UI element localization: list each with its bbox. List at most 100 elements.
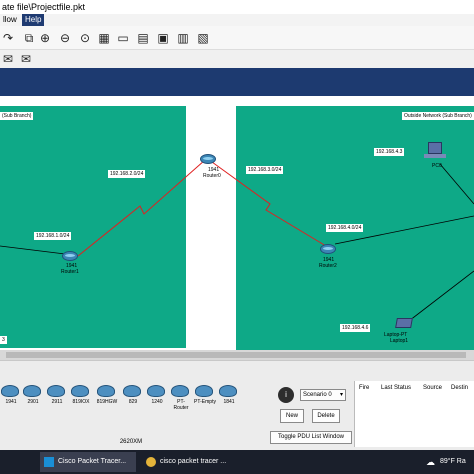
- router2[interactable]: [320, 244, 336, 254]
- logical-navigation-bar: [0, 68, 474, 96]
- taskbar-item-label: Cisco Packet Tracer...: [58, 458, 127, 465]
- laptop-icon[interactable]: [395, 318, 413, 328]
- device-label: 1941: [5, 399, 17, 405]
- router0[interactable]: [200, 154, 216, 164]
- taskbar-item-label: cisco packet tracer ...: [160, 458, 227, 465]
- delete-pdu-button[interactable]: Delete: [312, 409, 340, 423]
- device-label: 2911: [51, 399, 63, 405]
- ip-laptop: 192.168.4.6: [340, 324, 371, 332]
- router1-name: Router1: [61, 269, 79, 275]
- packet-tracer-icon: [44, 457, 54, 467]
- ip-right-lan: 192.168.4.0/24: [326, 224, 364, 232]
- device-pt-empty[interactable]: PT-Empty: [194, 381, 216, 411]
- column-source: Source: [423, 385, 443, 391]
- main-toolbar: ↷ ⧉ ⊕ ⊖ ⊙ ▦ ▭ ▤ ▣ ▥ ▧: [0, 26, 474, 50]
- windows-taskbar: Cisco Packet Tracer... cisco packet trac…: [0, 450, 474, 474]
- router1[interactable]: [62, 251, 78, 261]
- link-laptop: [404, 270, 474, 325]
- notes-icon[interactable]: ▤: [136, 31, 150, 45]
- menu-item-help[interactable]: Help: [22, 14, 45, 26]
- scrollbar-thumb[interactable]: [6, 352, 466, 358]
- router-icon: [1, 385, 19, 397]
- column-fire: Fire: [359, 385, 370, 391]
- custom-device-icon[interactable]: ▭: [116, 31, 130, 45]
- title-bar: ate file\Projectfile.pkt: [0, 0, 474, 14]
- weather-label: 89°F Ra: [440, 458, 466, 465]
- ip-left-net: 192.168.1.0/24: [34, 232, 72, 240]
- new-pdu-button[interactable]: New: [280, 409, 304, 423]
- device-label: 829: [128, 399, 138, 405]
- window-title: ate file\Projectfile.pkt: [2, 2, 86, 12]
- activity-wizard-icon[interactable]: ▥: [176, 31, 190, 45]
- pdu-control-panel: i Scenario 0 ▾ New Delete Toggle PDU List…: [266, 381, 354, 447]
- pc-name: PC0: [432, 163, 442, 169]
- router-icon: [219, 385, 237, 397]
- device-label: PT-Router: [173, 399, 189, 411]
- device-819hgw[interactable]: 819HGW: [96, 381, 118, 411]
- pdu-list-table: Fire Last Status Source Destin: [354, 381, 474, 447]
- open-envelope-icon[interactable]: ✉: [19, 52, 33, 66]
- chevron-down-icon: ▾: [339, 392, 343, 398]
- ip-right-link: 192.168.3.0/24: [246, 166, 284, 174]
- canvas-horizontal-scrollbar[interactable]: [0, 350, 474, 360]
- secondary-toolbar: ✉ ✉: [0, 50, 474, 68]
- menu-bar: llow Help: [0, 14, 474, 26]
- taskbar-item-chrome[interactable]: cisco packet tracer ...: [142, 452, 238, 472]
- link-router0-router2: [211, 161, 327, 247]
- column-last-status: Last Status: [381, 385, 412, 391]
- router-icon: [123, 385, 141, 397]
- router2-name: Router2: [319, 263, 337, 269]
- device-label: 1841: [223, 399, 235, 405]
- device-819iox[interactable]: 819IOX: [70, 381, 90, 411]
- chrome-icon: [146, 457, 156, 467]
- router-icon: [171, 385, 189, 397]
- taskbar-item-packet-tracer[interactable]: Cisco Packet Tracer...: [40, 452, 136, 472]
- device-palette: 1941 2901 2911 819IOX 819HGW 829 1240 PT…: [0, 381, 262, 411]
- device-1941[interactable]: 1941: [0, 381, 20, 411]
- router-icon: [71, 385, 89, 397]
- zoom-reset-icon[interactable]: ⊙: [78, 31, 92, 45]
- selected-device-model: 2620XM: [119, 439, 143, 445]
- python-icon[interactable]: ▧: [196, 31, 210, 45]
- ip-left-link: 192.168.2.0/24: [108, 170, 146, 178]
- copy-icon[interactable]: ⧉: [22, 31, 36, 45]
- pc-base: [424, 154, 446, 158]
- workspace-canvas[interactable]: (Sub Branch) 3 Outside Network (Sub Bran…: [0, 96, 474, 356]
- device-label: 819HGW: [96, 399, 118, 405]
- cloud-icon: ☁: [426, 457, 435, 467]
- router0-name: Router0: [203, 173, 221, 179]
- scenario-value: Scenario 0: [303, 392, 332, 398]
- zoom-in-icon[interactable]: ⊕: [38, 31, 52, 45]
- redo-icon[interactable]: ↷: [1, 31, 15, 45]
- ip-pc: 192.168.4.3: [374, 148, 405, 156]
- palette-icon[interactable]: ▦: [97, 31, 111, 45]
- column-destination: Destin: [451, 385, 469, 391]
- info-icon[interactable]: i: [278, 387, 294, 403]
- device-829[interactable]: 829: [122, 381, 142, 411]
- device-2901[interactable]: 2901: [22, 381, 42, 411]
- link-left-lan: [0, 245, 66, 255]
- menu-item-window[interactable]: llow: [0, 14, 20, 26]
- screenshot-icon[interactable]: ▣: [156, 31, 170, 45]
- bottom-panel: 1941 2901 2911 819IOX 819HGW 829 1240 PT…: [0, 360, 474, 450]
- router-icon: [147, 385, 165, 397]
- envelope-icon[interactable]: ✉: [1, 52, 15, 66]
- device-label: 1240: [151, 399, 163, 405]
- scenario-select[interactable]: Scenario 0 ▾: [300, 389, 346, 401]
- pc-icon[interactable]: [428, 142, 442, 154]
- device-1841[interactable]: 1841: [218, 381, 238, 411]
- link-pc: [439, 163, 474, 205]
- device-label: 819IOX: [72, 399, 90, 405]
- router-icon: [47, 385, 65, 397]
- router-icon: [23, 385, 41, 397]
- network-links: [0, 159, 474, 325]
- zoom-out-icon[interactable]: ⊖: [58, 31, 72, 45]
- weather-widget[interactable]: ☁ 89°F Ra: [422, 452, 474, 472]
- toggle-pdu-list-button[interactable]: Toggle PDU List Window: [270, 431, 352, 444]
- device-2911[interactable]: 2911: [46, 381, 66, 411]
- router-icon: [195, 385, 213, 397]
- laptop-name: Laptop1: [390, 338, 409, 344]
- device-1240[interactable]: 1240: [146, 381, 166, 411]
- device-pt-router[interactable]: PT-Router: [170, 381, 190, 411]
- router-icon: [97, 385, 115, 397]
